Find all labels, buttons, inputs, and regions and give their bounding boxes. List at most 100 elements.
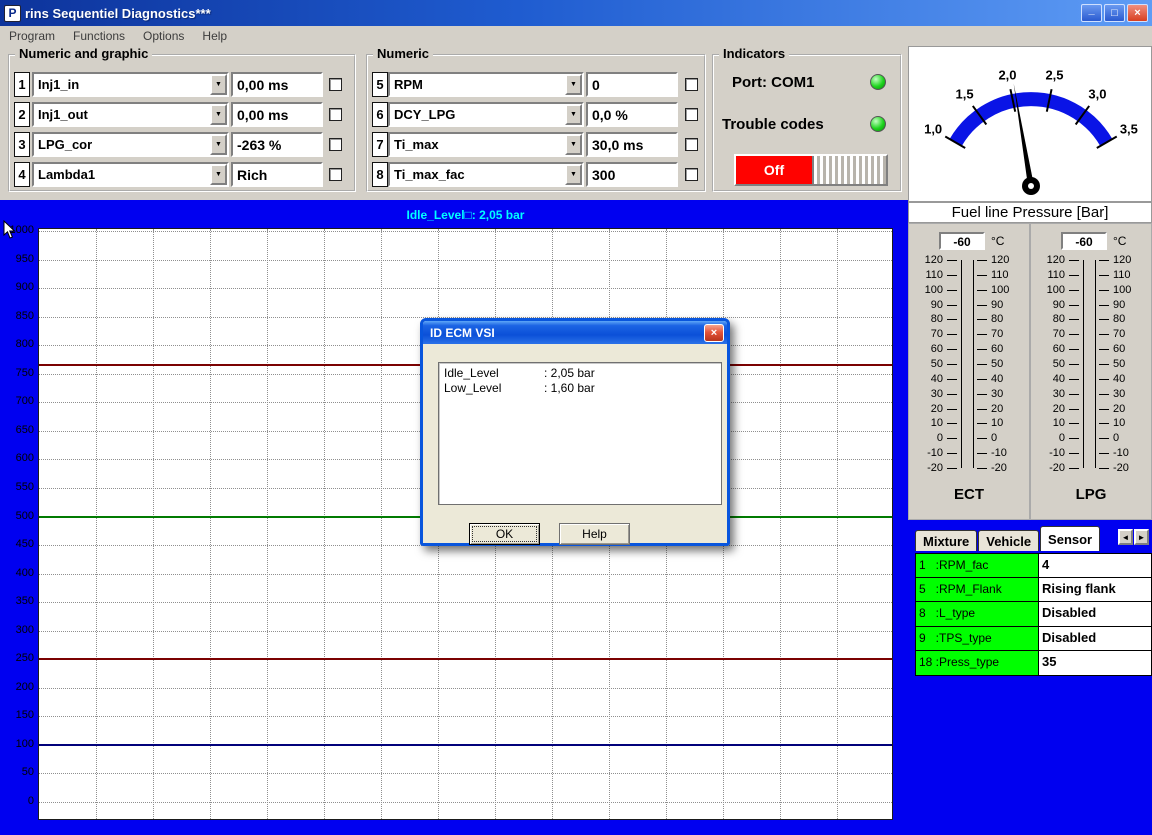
close-button[interactable]: × (1127, 4, 1148, 22)
menu-program[interactable]: Program (0, 29, 64, 43)
chevron-down-icon[interactable]: ▼ (210, 104, 227, 125)
minimize-button[interactable]: _ (1081, 4, 1102, 22)
lpg-scale: 1201201101101001009090808070706060505040… (1031, 260, 1152, 472)
channel-select[interactable]: DCY_LPG ▼ (388, 102, 584, 127)
scale-label: 60 (991, 343, 1025, 355)
scale-tick (977, 394, 987, 395)
scale-label: 0 (1113, 432, 1147, 444)
channel-checkbox[interactable] (685, 168, 698, 181)
table-row[interactable]: 1 :RPM_fac 4 (915, 553, 1152, 578)
scale-label: -10 (909, 447, 943, 459)
param-name: Idle_Level (444, 366, 544, 381)
scale-label: 90 (909, 299, 943, 311)
title-bar[interactable]: P rins Sequentiel Diagnostics*** _ □ × (0, 0, 1152, 26)
sensor-param-value: Rising flank (1039, 578, 1152, 603)
channel-checkbox[interactable] (329, 78, 342, 91)
chart-title: Idle_Level□: 2,05 bar (38, 208, 893, 222)
channel-row-4: 4 Lambda1 ▼ Rich (10, 162, 354, 188)
channel-checkbox[interactable] (685, 108, 698, 121)
scale-label: 70 (1031, 328, 1065, 340)
chevron-down-icon[interactable]: ▼ (565, 104, 582, 125)
scale-tick (1069, 438, 1079, 439)
table-row[interactable]: 8 :L_type Disabled (915, 602, 1152, 627)
tab-mixture[interactable]: Mixture (915, 530, 977, 551)
scale-tick (1069, 275, 1079, 276)
channel-select-value: Ti_max (390, 134, 565, 155)
v-gridline (210, 229, 211, 819)
chevron-down-icon[interactable]: ▼ (210, 74, 227, 95)
ect-thermometer: -60 °C 120120110110100100909080807070606… (908, 223, 1030, 520)
scale-tick (947, 409, 957, 410)
menu-functions[interactable]: Functions (64, 29, 134, 43)
ok-button[interactable]: OK (469, 523, 540, 545)
minimize-icon: _ (1088, 4, 1094, 16)
scale-label: 40 (909, 373, 943, 385)
channel-checkbox[interactable] (329, 138, 342, 151)
scale-label: 100 (909, 284, 943, 296)
chevron-down-icon[interactable]: ▼ (210, 164, 227, 185)
channel-number: 7 (372, 132, 388, 157)
scale-tick (947, 394, 957, 395)
channel-select-value: Inj1_in (34, 74, 210, 95)
tab-scroll-right-button[interactable]: ► (1134, 529, 1149, 545)
scale-label: 110 (1031, 269, 1065, 281)
off-button[interactable]: Off (736, 156, 812, 184)
tab-sensor[interactable]: Sensor (1040, 526, 1100, 551)
scale-label: 50 (909, 358, 943, 370)
channel-select[interactable]: Ti_max ▼ (388, 132, 584, 157)
y-tick-label: 400 (0, 567, 34, 579)
off-slider-track[interactable] (812, 156, 886, 184)
channel-select[interactable]: Ti_max_fac ▼ (388, 162, 584, 187)
channel-select[interactable]: Inj1_in ▼ (32, 72, 229, 97)
chevron-down-icon[interactable]: ▼ (565, 74, 582, 95)
scale-label: 50 (1031, 358, 1065, 370)
help-button[interactable]: Help (559, 523, 630, 545)
scale-tick (977, 290, 987, 291)
chevron-down-icon[interactable]: ▼ (565, 134, 582, 155)
channel-select[interactable]: Inj1_out ▼ (32, 102, 229, 127)
fuel-pressure-gauge: 1,01,52,02,53,03,5 (908, 46, 1152, 202)
scale-label: 0 (991, 432, 1025, 444)
scale-tick (977, 364, 987, 365)
tab-vehicle[interactable]: Vehicle (978, 530, 1039, 551)
channel-select[interactable]: Lambda1 ▼ (32, 162, 229, 187)
scale-tick (1069, 260, 1079, 261)
scale-tick (947, 364, 957, 365)
scale-tick (1099, 394, 1109, 395)
channel-row-8: 8 Ti_max_fac ▼ 300 (368, 162, 704, 188)
channel-value: 0,00 ms (231, 72, 323, 97)
sensor-param-name: 18 :Press_type (915, 651, 1039, 676)
arrow-left-icon: ◄ (1122, 533, 1130, 542)
channel-checkbox[interactable] (329, 168, 342, 181)
scale-tick (1099, 305, 1109, 306)
scale-label: 30 (991, 388, 1025, 400)
channel-checkbox[interactable] (685, 78, 698, 91)
table-row[interactable]: 9 :TPS_type Disabled (915, 627, 1152, 652)
dialog-close-button[interactable]: × (704, 324, 724, 342)
channel-checkbox[interactable] (329, 108, 342, 121)
tab-scroll-left-button[interactable]: ◄ (1118, 529, 1133, 545)
table-row[interactable]: 5 :RPM_Flank Rising flank (915, 578, 1152, 603)
gauge-band (956, 99, 1107, 142)
table-row[interactable]: 18 :Press_type 35 (915, 651, 1152, 676)
scale-tick (1099, 349, 1109, 350)
scale-tick (977, 468, 987, 469)
menu-help[interactable]: Help (193, 29, 236, 43)
restore-button[interactable]: □ (1104, 4, 1125, 22)
channel-select[interactable]: LPG_cor ▼ (32, 132, 229, 157)
scale-label: 10 (1113, 417, 1147, 429)
scale-label: 100 (1031, 284, 1065, 296)
scale-tick (1099, 260, 1109, 261)
scale-label: -10 (991, 447, 1025, 459)
scale-label: -10 (1031, 447, 1065, 459)
channel-select[interactable]: RPM ▼ (388, 72, 584, 97)
chevron-down-icon[interactable]: ▼ (210, 134, 227, 155)
y-tick-label: 250 (0, 652, 34, 664)
dialog-title-bar[interactable]: ID ECM VSI × (423, 321, 727, 344)
indicators-group: Indicators Port: COM1 Trouble codes Off (712, 54, 902, 192)
chevron-down-icon[interactable]: ▼ (565, 164, 582, 185)
off-slider[interactable]: Off (734, 154, 888, 186)
v-gridline (381, 229, 382, 819)
channel-checkbox[interactable] (685, 138, 698, 151)
menu-options[interactable]: Options (134, 29, 193, 43)
